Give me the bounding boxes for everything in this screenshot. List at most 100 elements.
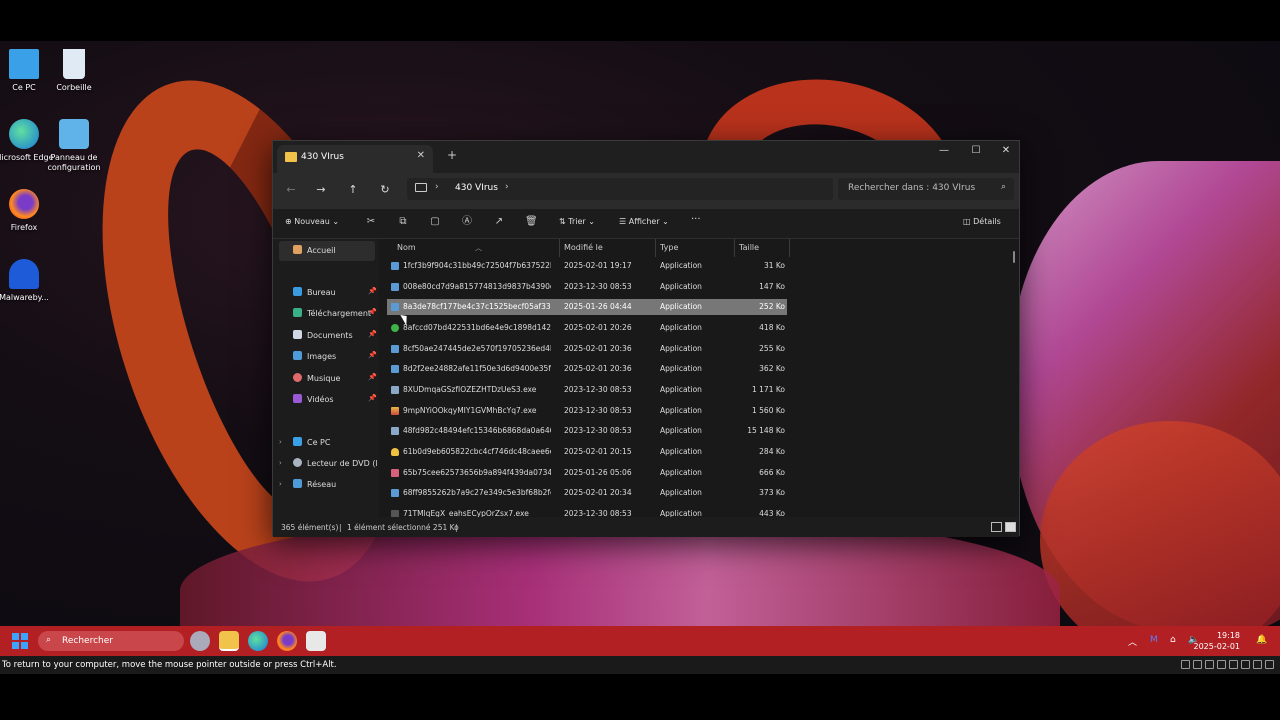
rename-icon[interactable]: Ⓐ — [461, 216, 473, 228]
more-options-icon[interactable]: ··· — [691, 214, 701, 225]
sidebar-item-music[interactable]: Musique 📌 — [293, 373, 377, 391]
chevron-up-icon[interactable]: ︿ — [1128, 635, 1137, 648]
forward-button[interactable]: → — [313, 182, 329, 198]
desktop-icon-firefox[interactable]: Firefox — [0, 189, 54, 233]
file-row[interactable]: 61b0d9eb605822cbc4cf746dc48caee6eaa... 20… — [387, 444, 787, 460]
desktop-icon-label: Firefox — [10, 223, 38, 232]
file-row[interactable]: 8afccd07bd422531bd6e4e9c1898d142851... 20… — [387, 320, 787, 336]
sidebar-item-pictures[interactable]: Images 📌 — [293, 351, 377, 369]
refresh-button[interactable]: ↻ — [377, 182, 393, 198]
vertical-scrollbar[interactable] — [1013, 251, 1015, 263]
sidebar-item-network[interactable]: Réseau — [293, 479, 377, 497]
recording-icon[interactable] — [1253, 660, 1262, 669]
network-adapter-icon[interactable] — [1205, 660, 1214, 669]
file-row[interactable]: 1fcf3b9f904c31bb49c72504f7b637522b68... 2… — [387, 258, 787, 274]
column-divider[interactable] — [734, 239, 735, 257]
back-button[interactable]: ← — [283, 182, 299, 198]
taskbar-search[interactable]: ⌕ Rechercher — [38, 631, 184, 651]
cut-icon[interactable]: ✂ — [365, 216, 377, 228]
details-view-icon[interactable] — [991, 522, 1002, 532]
sidebar-item-dvd-drive[interactable]: Lecteur de DVD (D:) — [293, 458, 377, 476]
address-bar[interactable]: › 430 VIrus › — [407, 178, 833, 200]
copy-icon[interactable]: ⧉ — [397, 216, 409, 228]
file-modified: 2023-12-30 08:53 — [564, 385, 632, 394]
settings-icon[interactable] — [190, 631, 210, 651]
column-divider[interactable] — [559, 239, 560, 257]
sidebar-item-desktop[interactable]: Bureau 📌 — [293, 287, 377, 305]
usb-icon[interactable] — [1217, 660, 1226, 669]
notification-bell-icon[interactable]: 🔔 — [1256, 635, 1267, 645]
file-row[interactable]: 8cf50ae247445de2e570f19705236ed4b1e1... 2… — [387, 341, 787, 357]
tiles-view-icon[interactable] — [1005, 522, 1016, 532]
search-icon: ⌕ — [46, 635, 52, 645]
file-row[interactable]: 48fd982c48494efc15346b6868da0a646612... 2… — [387, 423, 787, 439]
column-divider[interactable] — [789, 239, 790, 257]
chevron-right-icon[interactable]: › — [279, 438, 282, 446]
file-row-selected[interactable]: 8a3de78cf177be4c37c1525becf05af336c1... 2… — [387, 299, 787, 315]
file-explorer-icon[interactable] — [219, 631, 239, 651]
chevron-right-icon[interactable]: › — [505, 182, 509, 192]
file-row[interactable]: 8d2f2ee24882afe11f50e3d6d9400e35fa667...… — [387, 361, 787, 377]
monitor-icon — [293, 437, 302, 446]
new-tab-button[interactable]: + — [447, 148, 457, 162]
chevron-right-icon[interactable]: › — [279, 480, 282, 488]
chevron-right-icon[interactable]: › — [279, 459, 282, 467]
details-button[interactable]: ◫ Détails — [963, 217, 1001, 226]
malwarebytes-tray-icon[interactable]: M — [1150, 635, 1158, 645]
breadcrumb-folder[interactable]: 430 VIrus — [455, 183, 498, 193]
file-row[interactable]: 008e80cd7d9a815774813d9837b4390d7f9... 20… — [387, 279, 787, 295]
sidebar-item-home[interactable]: Accueil — [279, 241, 375, 261]
sidebar-item-documents[interactable]: Documents 📌 — [293, 330, 377, 348]
column-header-name[interactable]: Nom — [397, 243, 416, 252]
column-header-size[interactable]: Taille — [739, 243, 759, 252]
new-button[interactable]: ⊕ Nouveau ⌄ — [285, 217, 339, 226]
file-row[interactable]: 9mpNYiOOkqyMIY1GVMhBcYq7.exe 2023-12-30 0… — [387, 403, 787, 419]
display-icon[interactable] — [1241, 660, 1250, 669]
sidebar-item-downloads[interactable]: Téléchargement 📌 — [293, 308, 377, 326]
desktop-icon-malwarebytes[interactable]: Malwareby... — [0, 259, 54, 303]
tab-430-virus[interactable]: 430 VIrus ✕ — [277, 145, 433, 173]
minimize-button[interactable]: — — [929, 145, 959, 156]
firefox-icon[interactable] — [277, 631, 297, 651]
file-row[interactable]: 68ff9855262b7a9c27e349c5e3bf68b2fc9f9...… — [387, 485, 787, 501]
desktop-icon-label: Corbeille — [56, 83, 92, 92]
file-row[interactable]: 71TMlqEgX_eahsECypOrZsx7.exe 2023-12-30 0… — [387, 506, 787, 517]
desktop-icon-control-panel[interactable]: Panneau de configuration — [44, 119, 104, 173]
file-row[interactable]: 8XUDmqaGSzfIOZEZHTDzUeS3.exe 2023-12-30 0… — [387, 382, 787, 398]
file-row[interactable]: 65b75cee62573656b9a894f439da073433c7... 2… — [387, 465, 787, 481]
start-button[interactable] — [12, 633, 28, 649]
column-divider[interactable] — [655, 239, 656, 257]
store-icon[interactable] — [306, 631, 326, 651]
edge-icon — [9, 119, 39, 149]
close-window-button[interactable]: ✕ — [991, 145, 1021, 156]
share-icon[interactable]: ↗ — [493, 216, 505, 228]
column-header-type[interactable]: Type — [660, 243, 678, 252]
column-header-modified[interactable]: Modifié le — [564, 243, 603, 252]
sidebar-item-this-pc[interactable]: Ce PC — [293, 437, 377, 455]
shared-folder-icon[interactable] — [1229, 660, 1238, 669]
edge-icon[interactable] — [248, 631, 268, 651]
file-size: 252 Ko — [759, 302, 785, 311]
up-button[interactable]: ↑ — [345, 182, 361, 198]
sort-button[interactable]: ⇅ Trier ⌄ — [559, 217, 595, 226]
chevron-right-icon[interactable]: › — [435, 182, 439, 192]
maximize-button[interactable]: ☐ — [961, 145, 991, 156]
delete-icon[interactable]: 🗑 — [525, 216, 538, 228]
desktop-icon-recycle-bin[interactable]: Corbeille — [44, 49, 104, 93]
view-button[interactable]: ☰ Afficher ⌄ — [619, 217, 669, 226]
sidebar-item-videos[interactable]: Vidéos 📌 — [293, 394, 377, 412]
file-name: 8cf50ae247445de2e570f19705236ed4b1e1... — [403, 344, 551, 353]
search-placeholder: Rechercher dans : 430 VIrus — [848, 183, 976, 193]
search-input[interactable]: Rechercher dans : 430 VIrus ⌕ — [838, 178, 1014, 200]
keyboard-capture-icon[interactable] — [1265, 660, 1274, 669]
network-icon[interactable]: ⌂ — [1170, 635, 1176, 645]
close-tab-icon[interactable]: ✕ — [417, 150, 425, 161]
navigation-pane: Accueil Bureau 📌 Téléchargement 📌 Document… — [273, 239, 377, 517]
clock[interactable]: 19:18 2025-02-01 — [1194, 630, 1241, 652]
hard-disk-icon[interactable] — [1181, 660, 1190, 669]
paste-icon[interactable]: ▢ — [429, 216, 441, 228]
application-icon — [391, 345, 399, 353]
letterbox-top — [0, 0, 1280, 41]
optical-drive-icon[interactable] — [1193, 660, 1202, 669]
sidebar-item-label: Vidéos — [307, 395, 334, 404]
